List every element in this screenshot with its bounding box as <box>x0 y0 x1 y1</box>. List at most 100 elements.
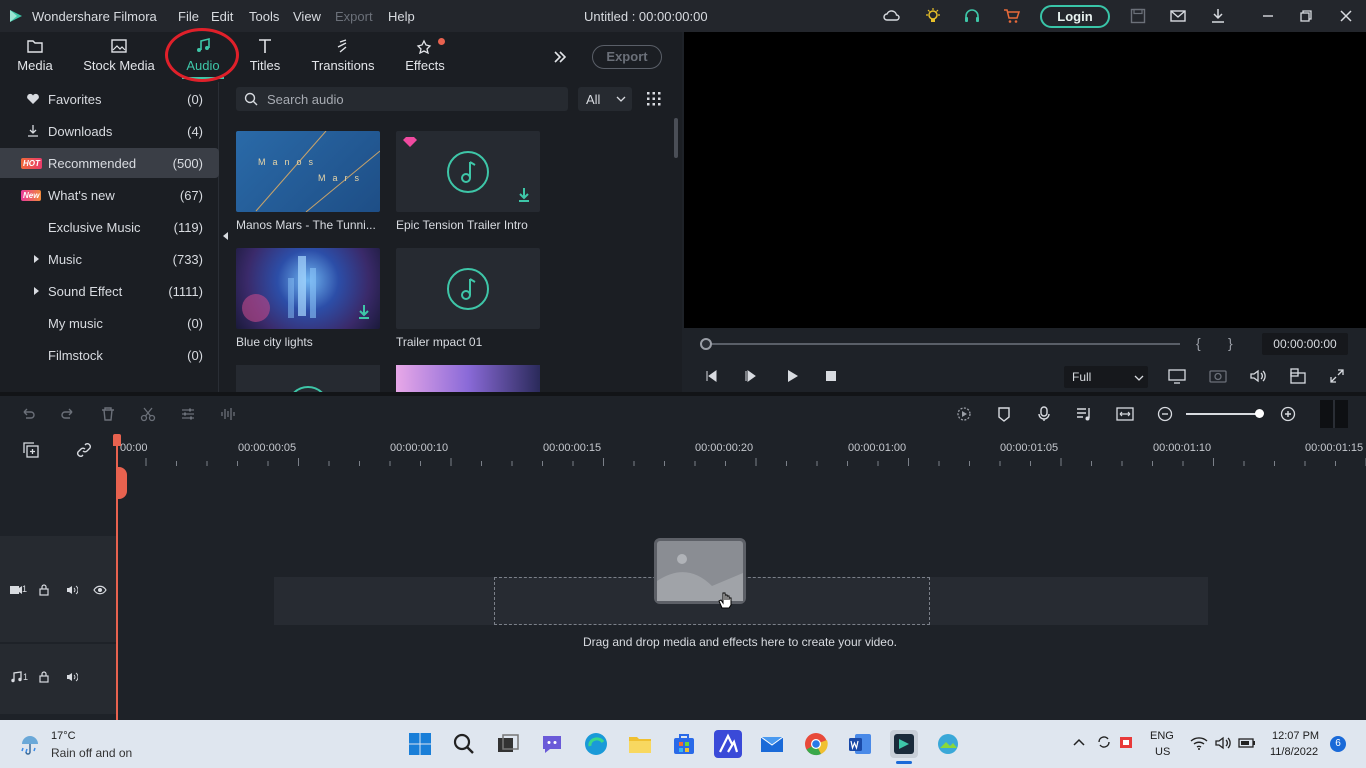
scissors-icon[interactable] <box>140 406 156 422</box>
preview-quality-dropdown[interactable]: Full <box>1064 366 1148 388</box>
download-icon[interactable] <box>357 304 371 320</box>
sidebar-item-sound-effect[interactable]: Sound Effect (1111) <box>0 276 219 306</box>
fit-timeline-icon[interactable] <box>1116 406 1134 422</box>
language-secondary[interactable]: US <box>1155 746 1170 758</box>
menu-tools[interactable]: Tools <box>249 9 279 24</box>
playhead-scissor-marker[interactable] <box>116 467 127 499</box>
sidebar-item-my-music[interactable]: My music (0) <box>0 308 219 338</box>
menu-export[interactable]: Export <box>335 9 373 24</box>
rain-weather-icon[interactable] <box>18 732 42 756</box>
audio-item-epic-tension[interactable]: Epic Tension Trailer Intro <box>396 131 540 232</box>
tab-titles[interactable]: Titles <box>246 32 284 82</box>
chevron-up-icon[interactable] <box>1072 736 1086 750</box>
mark-in-label[interactable]: { <box>1196 335 1201 351</box>
sidebar-item-downloads[interactable]: Downloads (4) <box>0 116 219 146</box>
collapse-sidebar-icon[interactable] <box>221 231 229 241</box>
preview-progress-track[interactable] <box>704 343 1180 345</box>
photos-app-icon[interactable] <box>934 730 962 758</box>
audio-item-manos-mars[interactable]: Manos Mars Manos Mars - The Tunni... <box>236 131 380 232</box>
adjust-icon[interactable] <box>180 406 196 422</box>
audio-item-partial[interactable] <box>236 365 380 392</box>
volume-icon[interactable] <box>1249 368 1267 384</box>
sidebar-item-whats-new[interactable]: New What's new (67) <box>0 180 219 210</box>
task-view-icon[interactable] <box>494 730 522 758</box>
cart-icon[interactable] <box>1003 7 1021 25</box>
security-app-icon[interactable] <box>1118 734 1134 750</box>
sidebar-item-filmstock[interactable]: Filmstock (0) <box>0 340 219 370</box>
microsoft-store-icon[interactable] <box>670 730 698 758</box>
clock-date[interactable]: 11/8/2022 <box>1270 746 1318 758</box>
expand-arrow-icon[interactable] <box>30 252 44 266</box>
close-icon[interactable] <box>1337 7 1355 25</box>
speaker-icon[interactable] <box>66 584 78 596</box>
chrome-icon[interactable] <box>802 730 830 758</box>
download-icon[interactable] <box>1209 7 1227 25</box>
windows-start-icon[interactable] <box>406 730 434 758</box>
mail-icon[interactable] <box>1169 7 1187 25</box>
word-icon[interactable] <box>846 730 874 758</box>
undo-icon[interactable] <box>20 406 36 422</box>
menu-view[interactable]: View <box>293 9 321 24</box>
filter-dropdown[interactable]: All <box>578 87 632 111</box>
cloud-icon[interactable] <box>883 7 901 25</box>
lightbulb-icon[interactable] <box>924 7 942 25</box>
marker-icon[interactable] <box>996 406 1012 422</box>
file-explorer-icon[interactable] <box>626 730 654 758</box>
sidebar-item-favorites[interactable]: Favorites (0) <box>0 84 219 114</box>
add-track-icon[interactable] <box>23 442 39 458</box>
zoom-slider-handle[interactable] <box>1255 409 1264 418</box>
expand-arrow-icon[interactable] <box>30 284 44 298</box>
tab-media[interactable]: Media <box>12 32 58 82</box>
search-icon[interactable] <box>450 730 478 758</box>
login-button[interactable]: Login <box>1040 5 1110 28</box>
speaker-icon[interactable] <box>66 671 78 683</box>
preview-progress-handle[interactable] <box>700 338 712 350</box>
menu-file[interactable]: File <box>178 9 199 24</box>
video-editor-icon[interactable] <box>714 730 742 758</box>
download-icon[interactable] <box>517 187 531 203</box>
audio-mixer-icon[interactable] <box>1076 406 1092 422</box>
sidebar-item-music[interactable]: Music (733) <box>0 244 219 274</box>
menu-help[interactable]: Help <box>388 9 415 24</box>
headset-icon[interactable] <box>963 7 981 25</box>
maximize-icon[interactable] <box>1297 7 1315 25</box>
next-frame-icon[interactable] <box>744 369 758 383</box>
search-audio-input[interactable]: Search audio <box>236 87 568 111</box>
lock-icon[interactable] <box>39 584 49 596</box>
link-icon[interactable] <box>76 442 92 458</box>
volume-icon[interactable] <box>1214 735 1232 751</box>
timeline-layout-toggle[interactable] <box>1320 400 1348 428</box>
eye-icon[interactable] <box>93 585 107 595</box>
render-preview-icon[interactable] <box>1168 368 1186 384</box>
delete-icon[interactable] <box>100 406 116 422</box>
language-primary[interactable]: ENG <box>1150 730 1174 742</box>
filmora-taskbar-icon[interactable] <box>890 730 918 758</box>
zoom-in-icon[interactable] <box>1280 406 1296 422</box>
playhead-handle[interactable] <box>113 434 121 446</box>
tab-transitions[interactable]: Transitions <box>310 32 376 82</box>
stop-icon[interactable] <box>825 370 837 382</box>
lock-icon[interactable] <box>39 671 49 683</box>
sync-icon[interactable] <box>1096 734 1112 750</box>
zoom-slider-track[interactable] <box>1186 413 1262 415</box>
zoom-out-icon[interactable] <box>1157 406 1173 422</box>
play-icon[interactable] <box>785 369 799 383</box>
chat-icon[interactable] <box>538 730 566 758</box>
export-button[interactable]: Export <box>592 45 662 69</box>
tab-stock-media[interactable]: Stock Media <box>82 32 156 82</box>
render-icon[interactable] <box>956 406 972 422</box>
fullscreen-icon[interactable] <box>1329 368 1345 384</box>
microphone-icon[interactable] <box>1036 406 1052 422</box>
save-icon[interactable] <box>1129 7 1147 25</box>
mark-out-label[interactable]: } <box>1228 335 1233 351</box>
mail-icon[interactable] <box>758 730 786 758</box>
snapshot-icon[interactable] <box>1209 368 1227 384</box>
tab-effects[interactable]: Effects <box>402 32 448 82</box>
edge-browser-icon[interactable] <box>582 730 610 758</box>
notification-badge[interactable]: 6 <box>1330 736 1346 752</box>
sidebar-item-exclusive-music[interactable]: Exclusive Music (119) <box>0 212 219 242</box>
audio-wave-icon[interactable] <box>220 406 236 422</box>
audio-item-partial[interactable] <box>396 365 540 392</box>
menu-edit[interactable]: Edit <box>211 9 233 24</box>
minimize-icon[interactable] <box>1259 7 1277 25</box>
